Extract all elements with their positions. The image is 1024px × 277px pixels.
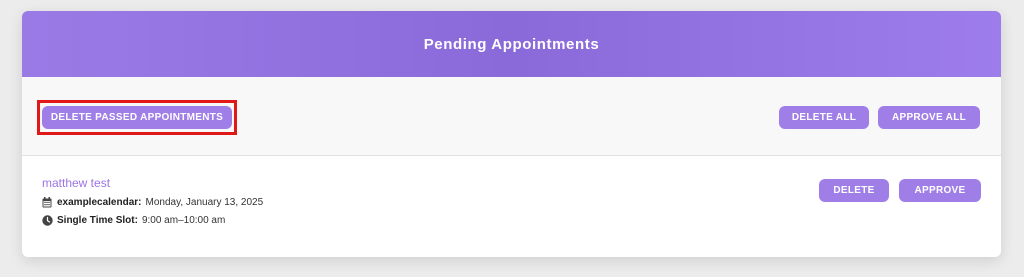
clock-icon [42, 215, 53, 226]
delete-all-button[interactable]: DELETE ALL [779, 106, 869, 129]
approve-appointment-button[interactable]: APPROVE [899, 179, 981, 202]
approve-all-button[interactable]: APPROVE ALL [878, 106, 980, 129]
appointment-item: matthew test examplecalendar: Monday, Ja [22, 156, 1001, 256]
time-slot-label: Single Time Slot: [57, 215, 138, 226]
appointment-name[interactable]: matthew test [42, 176, 110, 190]
delete-appointment-button[interactable]: DELETE [819, 179, 889, 202]
pending-appointments-panel: Pending Appointments DELETE PASSED APPOI… [22, 11, 1001, 257]
appointment-calendar-line: examplecalendar: Monday, January 13, 202… [42, 197, 263, 208]
appointment-date: Monday, January 13, 2025 [145, 197, 264, 208]
delete-passed-appointments-button[interactable]: DELETE PASSED APPOINTMENTS [42, 106, 232, 129]
bulk-actions-toolbar: DELETE PASSED APPOINTMENTS DELETE ALL AP… [22, 77, 1001, 156]
calendar-icon [42, 197, 53, 208]
calendar-name-label: examplecalendar: [57, 197, 142, 208]
panel-header: Pending Appointments [22, 11, 1001, 77]
panel-title: Pending Appointments [423, 35, 600, 53]
appointment-time-line: Single Time Slot: 9:00 am–10:00 am [42, 215, 225, 226]
appointment-time: 9:00 am–10:00 am [141, 215, 226, 226]
